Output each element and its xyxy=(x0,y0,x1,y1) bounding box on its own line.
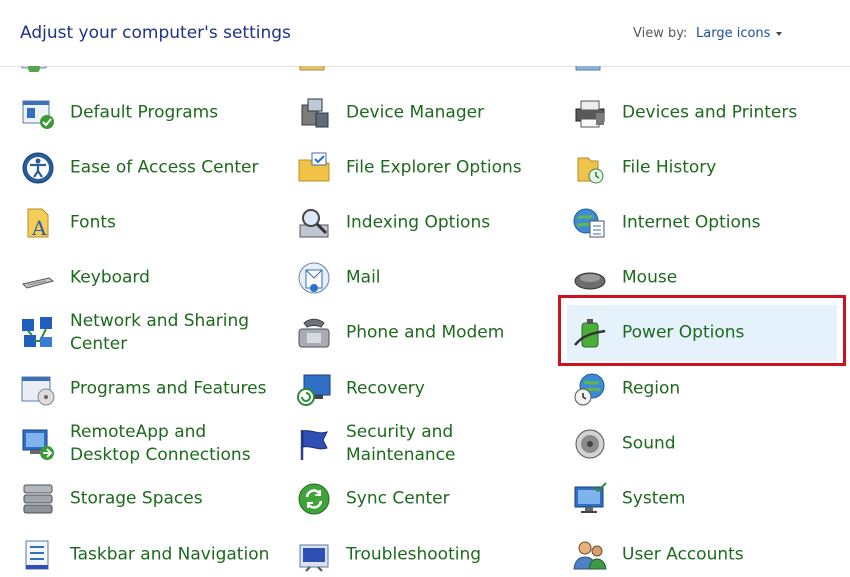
page-title: Adjust your computer's settings xyxy=(20,23,291,43)
item-label[interactable]: Sync Center xyxy=(346,488,546,511)
keyboard-icon xyxy=(22,277,55,289)
control-panel-item-keyboard[interactable]: Keyboard xyxy=(20,256,276,300)
control-panel-item-security-maintenance[interactable]: Security and Maintenance xyxy=(296,422,552,466)
item-label[interactable]: Device Manager xyxy=(346,102,546,125)
control-panel-item-file-explorer-options[interactable]: File Explorer Options xyxy=(296,146,552,190)
control-panel-item-device-manager[interactable]: Device Manager xyxy=(296,91,552,135)
partial-icon xyxy=(575,66,601,71)
item-label[interactable]: Internet Options xyxy=(622,212,822,235)
item-label[interactable]: Keyboard xyxy=(70,267,270,290)
control-panel-item-ease-of-access[interactable]: Ease of Access Center xyxy=(20,146,276,190)
item-label[interactable]: File Explorer Options xyxy=(346,157,546,180)
partial-icon xyxy=(21,66,47,72)
control-panel-item-sound[interactable]: Sound xyxy=(572,422,828,466)
control-panel-item-mail[interactable]: Mail xyxy=(296,256,552,300)
item-label[interactable]: Mail xyxy=(346,267,546,290)
item-label[interactable]: Troubleshooting xyxy=(346,544,546,567)
sync-center-icon xyxy=(298,483,330,515)
security-maintenance-icon xyxy=(300,430,328,460)
item-label[interactable]: Security and Maintenance xyxy=(346,421,546,467)
control-panel-item-phone-modem[interactable]: Phone and Modem xyxy=(296,311,552,355)
control-panel-item-taskbar-navigation[interactable]: Taskbar and Navigation xyxy=(20,533,276,577)
phone-modem-icon xyxy=(298,318,330,348)
mail-icon xyxy=(298,262,330,294)
control-panel-item-devices-printers[interactable]: Devices and Printers xyxy=(572,91,828,135)
internet-options-icon xyxy=(573,208,605,238)
control-panel-item-region[interactable]: Region xyxy=(572,367,828,411)
view-by-value[interactable]: Large icons xyxy=(696,26,770,41)
control-panel-item-default-programs[interactable]: Default Programs xyxy=(20,91,276,135)
control-panel-item-programs-features[interactable]: Programs and Features xyxy=(20,367,276,411)
item-label[interactable]: Indexing Options xyxy=(346,212,546,235)
control-panel-item-troubleshooting[interactable]: Troubleshooting xyxy=(296,533,552,577)
item-label[interactable]: User Accounts xyxy=(622,544,822,567)
control-panel-item-indexing-options[interactable]: Indexing Options xyxy=(296,201,552,245)
highlight-annotation xyxy=(558,295,846,366)
partial-icon xyxy=(299,66,325,71)
item-label[interactable]: Default Programs xyxy=(70,102,270,125)
control-panel-item-storage-spaces[interactable]: Storage Spaces xyxy=(20,477,276,521)
item-label[interactable]: System xyxy=(622,488,822,511)
recovery-icon xyxy=(297,374,331,406)
sound-icon xyxy=(575,429,605,459)
item-label[interactable]: Sound xyxy=(622,433,822,456)
control-panel-item-network-sharing[interactable]: Network and Sharing Center xyxy=(20,311,276,355)
view-by-label: View by: xyxy=(633,26,688,41)
item-label[interactable]: Taskbar and Navigation xyxy=(70,544,270,567)
file-history-icon xyxy=(577,157,604,184)
header: Adjust your computer's settings View by:… xyxy=(0,0,850,67)
programs-features-icon xyxy=(21,376,55,406)
control-panel-item-system[interactable]: System xyxy=(572,477,828,521)
item-label[interactable]: Fonts xyxy=(70,212,270,235)
file-explorer-options-icon xyxy=(298,152,330,182)
control-panel-item-sync-center[interactable]: Sync Center xyxy=(296,477,552,521)
item-label[interactable]: Devices and Printers xyxy=(622,102,822,125)
control-panel-item-remoteapp[interactable]: RemoteApp and Desktop Connections xyxy=(20,422,276,466)
storage-spaces-icon xyxy=(23,484,53,514)
device-manager-icon xyxy=(301,98,329,128)
fonts-icon: A xyxy=(27,208,49,240)
item-label[interactable]: Region xyxy=(622,378,822,401)
item-label[interactable]: File History xyxy=(622,157,822,180)
user-accounts-icon xyxy=(573,541,607,570)
item-label[interactable]: Recovery xyxy=(346,378,546,401)
default-programs-icon xyxy=(22,100,54,129)
item-label[interactable]: Phone and Modem xyxy=(346,322,546,345)
control-panel-item-fonts[interactable]: A Fonts xyxy=(20,201,276,245)
mouse-icon xyxy=(574,272,606,290)
item-label[interactable]: Ease of Access Center xyxy=(70,157,270,180)
chevron-down-icon[interactable] xyxy=(776,31,783,36)
item-label[interactable]: Storage Spaces xyxy=(70,488,270,511)
devices-printers-icon xyxy=(575,100,605,128)
view-by-dropdown[interactable]: Large icons xyxy=(696,26,783,41)
control-panel-item-recovery[interactable]: Recovery xyxy=(296,367,552,411)
item-label[interactable]: Network and Sharing Center xyxy=(70,310,270,356)
control-panel-item-user-accounts[interactable]: User Accounts xyxy=(572,533,828,577)
taskbar-navigation-icon xyxy=(25,540,49,570)
remoteapp-icon xyxy=(22,429,54,460)
svg-text:A: A xyxy=(31,216,47,240)
network-sharing-icon xyxy=(22,317,52,347)
item-label[interactable]: Mouse xyxy=(622,267,822,290)
ease-of-access-icon xyxy=(22,152,54,184)
system-icon xyxy=(574,482,607,513)
control-panel-item-mouse[interactable]: Mouse xyxy=(572,256,828,300)
item-label[interactable]: RemoteApp and Desktop Connections xyxy=(70,421,270,467)
region-icon xyxy=(574,373,605,406)
control-panel-item-file-history[interactable]: File History xyxy=(572,146,828,190)
control-panel-item-internet-options[interactable]: Internet Options xyxy=(572,201,828,245)
indexing-options-icon xyxy=(299,209,329,238)
troubleshooting-icon xyxy=(299,544,329,572)
partial-row xyxy=(0,66,850,78)
item-label[interactable]: Programs and Features xyxy=(70,378,270,401)
